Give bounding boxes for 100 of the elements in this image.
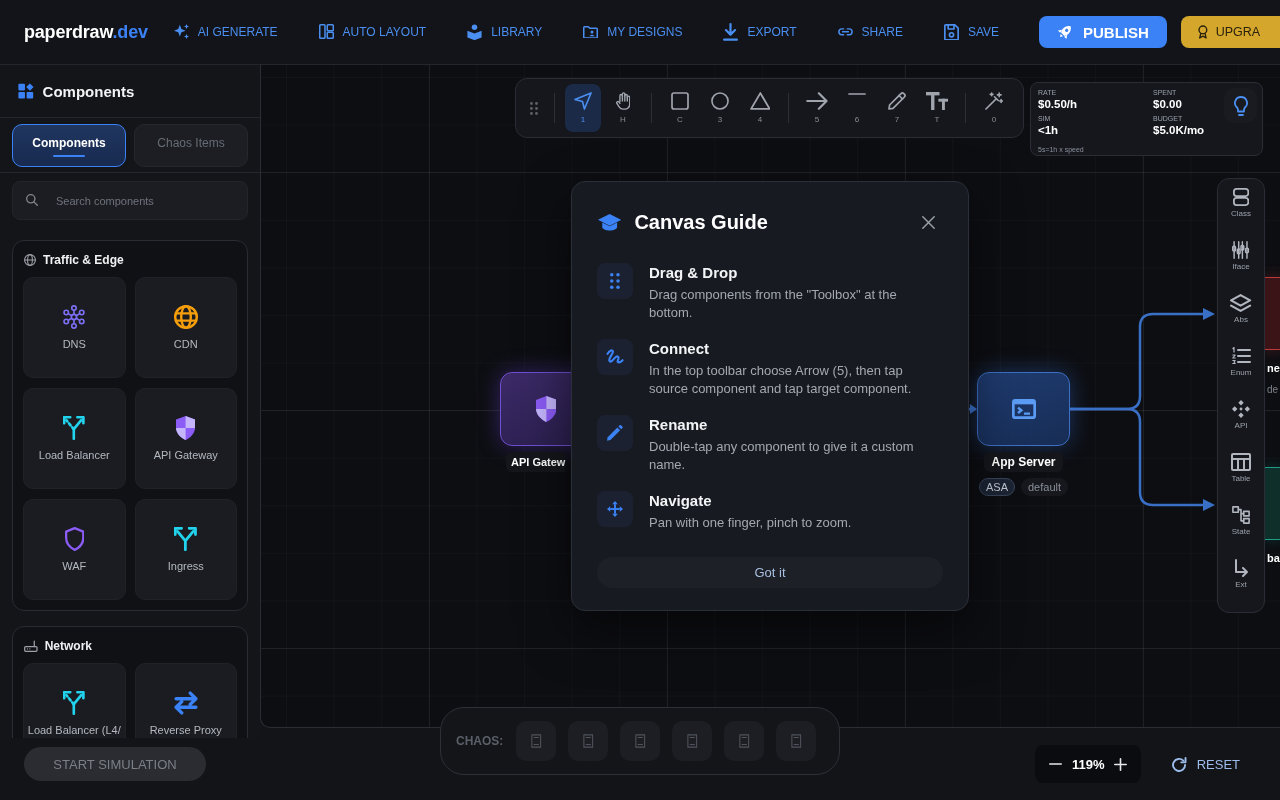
sidebar-title: Components [42,82,135,100]
upgrade-button[interactable]: UPGRA [1180,16,1280,48]
missing-glyph-icon [687,734,698,748]
component-tile[interactable]: CDN [134,277,237,378]
toolbar-item[interactable]: Enum [1219,339,1263,392]
network-hub-icon [63,304,86,329]
arrow-right-icon [806,92,828,110]
sliders-icon [1232,241,1250,259]
circle-icon [710,92,729,110]
chaos-slot-button[interactable] [516,721,557,761]
component-tile[interactable]: Load Balancer [23,388,126,489]
publish-button[interactable]: PUBLISH [1039,16,1167,48]
tool-button[interactable]: 5 [798,84,835,132]
component-tile[interactable]: Reverse Proxy [134,663,237,738]
step-title: Connect [649,339,710,359]
missing-glyph-icon [791,734,802,748]
medal-icon [1197,25,1208,39]
nav-link[interactable]: SAVE [943,23,1000,41]
toolbar-item[interactable]: Ext [1219,551,1263,604]
component-tile[interactable]: API Gateway [134,388,237,489]
component-tile[interactable]: WAF [23,499,126,600]
tool-button[interactable]: 4 [741,84,778,132]
group-title: Traffic & Edge [43,252,124,267]
tool-button[interactable]: 6 [838,84,875,132]
router-icon [24,639,38,652]
toolbar-item[interactable]: Class [1219,180,1263,233]
chaos-slot-button[interactable] [672,721,713,761]
toolbar-item[interactable]: Abs [1219,286,1263,339]
server-node[interactable] [977,372,1070,446]
nav-link[interactable]: AI GENERATE [173,23,278,41]
line-icon [847,93,866,95]
triangle-icon [749,92,771,110]
missing-glyph-icon [583,734,594,748]
tool-button[interactable]: 3 [701,84,738,132]
tool-button[interactable]: C [661,84,698,132]
tool-button[interactable]: 7 [878,84,915,132]
split-arrows-icon [174,526,198,551]
search-field[interactable]: Search components [12,181,248,220]
half-shield-icon [535,396,557,422]
metric-value: <1h [1038,123,1059,138]
chaos-slot-button[interactable] [776,721,817,761]
drag-dots-icon [597,263,633,299]
toolbar-item[interactable]: Iface [1219,233,1263,286]
tool-button[interactable]: T [918,84,955,132]
nav-link[interactable]: EXPORT [723,23,797,41]
tool-button[interactable]: 0 [975,84,1012,132]
toolbar-item[interactable]: State [1219,498,1263,551]
chaos-slot-button[interactable] [568,721,609,761]
hint-button[interactable] [1224,88,1257,123]
tool-button[interactable]: H [604,84,641,132]
table-icon [1231,453,1251,471]
node-tag: default [1021,478,1068,496]
sparkle-icon [173,24,189,40]
folder-icon [583,25,599,39]
chaos-slot-button[interactable] [724,721,765,761]
pointer-arrow-icon [573,92,592,110]
pencil-icon [597,415,633,451]
minus-icon[interactable] [1049,763,1063,765]
step-text: In the top toolbar choose Arrow (5), then tap source component and tap target component. [649,362,913,398]
refresh-icon [1172,756,1187,772]
component-tile[interactable]: DNS [23,277,126,378]
split-arrows-icon [63,415,86,440]
lightbulb-icon [1233,95,1248,116]
logo[interactable]: paperdraw.dev [24,21,148,43]
node-card[interactable] [1265,277,1280,350]
toolbar-item[interactable]: API [1219,392,1263,445]
node-label: ne [1267,361,1280,376]
nav-link[interactable]: LIBRARY [467,23,543,41]
book-icon [467,23,483,41]
missing-glyph-icon [739,734,750,748]
nav-link[interactable]: MY DESIGNS [583,23,683,41]
stacked-boxes-icon [1232,188,1250,206]
missing-glyph-icon [635,734,646,748]
square-icon [670,92,689,110]
drag-handle-icon[interactable] [530,101,538,115]
step-text: Double-tap any component to give it a custom name. [649,438,915,474]
node-label: App Server [984,452,1063,472]
hand-icon [615,92,631,110]
node-card[interactable] [1265,467,1280,540]
tool-button[interactable]: 1 [564,84,601,132]
diagram-boxes-icon [1232,506,1250,524]
nav-link[interactable]: SHARE [837,23,903,41]
got-it-button[interactable]: Got it [597,557,943,588]
reset-button[interactable]: RESET [1172,756,1240,772]
sidebar-tab[interactable]: Components [12,124,126,167]
step-title: Navigate [649,491,713,511]
metric-value: $5.0K/mo [1153,123,1205,138]
move-arrows-icon [597,491,633,527]
step-title: Rename [649,415,709,435]
component-tile[interactable]: Load Balancer (L4/ [23,663,126,738]
chaos-slot-button[interactable] [620,721,661,761]
close-icon[interactable] [922,215,935,229]
toolbar-item[interactable]: Table [1219,445,1263,498]
nav-link[interactable]: AUTO LAYOUT [318,23,427,41]
chaos-label: CHAOS: [456,734,504,748]
globe-icon [24,253,36,266]
plus-icon[interactable] [1114,757,1128,771]
component-tile[interactable]: Ingress [134,499,237,600]
node-label: API Gatew [506,452,566,472]
metric-value: $0.00 [1153,97,1182,112]
